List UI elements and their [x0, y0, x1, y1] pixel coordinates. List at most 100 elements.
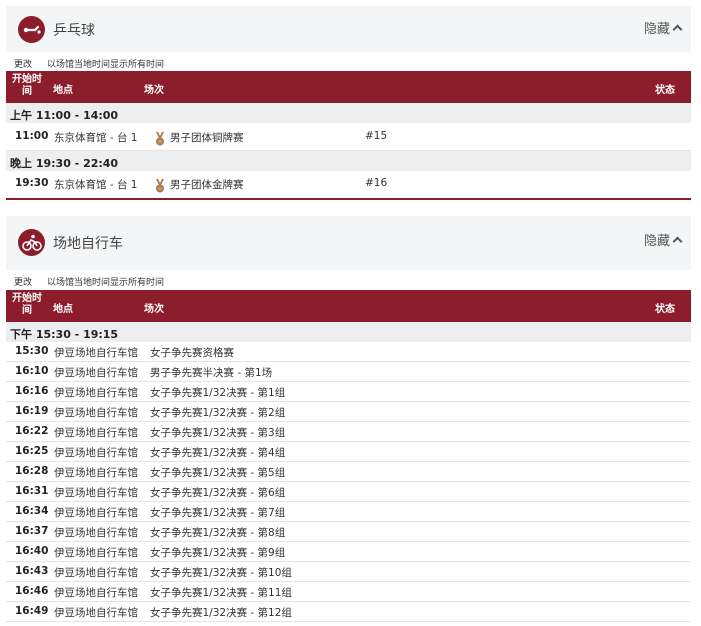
- row-venue: 伊豆场地自行车馆: [54, 587, 138, 599]
- row-venue: 东京体育馆 - 台 1: [54, 179, 138, 191]
- row-event: 男子团体铜牌赛: [170, 132, 244, 144]
- row-venue: 伊豆场地自行车馆: [54, 427, 138, 439]
- table-row[interactable]: 11:00 东京体育馆 - 台 1 男子团体铜牌赛 #15: [6, 123, 691, 151]
- row-event: 女子争先赛1/32决赛 - 第3组: [150, 427, 286, 439]
- row-venue: 伊豆场地自行车馆: [54, 407, 138, 419]
- timezone-note: 以场馆当地时间显示所有时间: [47, 278, 165, 288]
- row-time: 16:10: [15, 365, 49, 377]
- row-event: 女子争先赛1/32决赛 - 第6组: [150, 487, 286, 499]
- table-row[interactable]: 16:19 伊豆场地自行车馆 女子争先赛1/32决赛 - 第2组: [6, 402, 691, 422]
- row-event: 男子团体金牌赛: [170, 179, 244, 191]
- row-time: 15:30: [15, 345, 49, 357]
- table-row[interactable]: 16:34 伊豆场地自行车馆 女子争先赛1/32决赛 - 第7组: [6, 502, 691, 522]
- table-row[interactable]: 16:22 伊豆场地自行车馆 女子争先赛1/32决赛 - 第3组: [6, 422, 691, 442]
- column-header-time: 开始时间: [12, 74, 42, 97]
- column-header-event: 场次: [144, 304, 164, 315]
- table-row[interactable]: 16:31 伊豆场地自行车馆 女子争先赛1/32决赛 - 第6组: [6, 482, 691, 502]
- change-timezone-link[interactable]: 更改: [14, 57, 32, 70]
- row-event: 女子争先赛1/32决赛 - 第2组: [150, 407, 286, 419]
- row-event: 女子争先赛1/32决赛 - 第12组: [150, 607, 292, 619]
- sport-header: 场地自行车 隐藏: [6, 216, 691, 270]
- row-event: 女子争先赛1/32决赛 - 第9组: [150, 547, 286, 559]
- hide-toggle-button[interactable]: 隐藏: [644, 230, 683, 249]
- row-event: 男子争先赛半决赛 - 第1场: [150, 367, 273, 379]
- chevron-up-icon: [672, 236, 683, 247]
- row-venue: 伊豆场地自行车馆: [54, 467, 138, 479]
- table-row[interactable]: 16:10 伊豆场地自行车馆 男子争先赛半决赛 - 第1场: [6, 362, 691, 382]
- row-venue: 伊豆场地自行车馆: [54, 487, 138, 499]
- table-row[interactable]: 16:40 伊豆场地自行车馆 女子争先赛1/32决赛 - 第9组: [6, 542, 691, 562]
- table-row[interactable]: 16:43 伊豆场地自行车馆 女子争先赛1/32决赛 - 第10组: [6, 562, 691, 582]
- row-event: 女子争先赛1/32决赛 - 第7组: [150, 507, 286, 519]
- row-venue: 伊豆场地自行车馆: [54, 527, 138, 539]
- period-header: 上午 11:00 - 14:00: [6, 103, 691, 123]
- row-time: 16:34: [15, 505, 49, 517]
- column-header-status: 状态: [655, 85, 675, 96]
- row-time: 19:30: [15, 177, 49, 189]
- table-row[interactable]: 16:25 伊豆场地自行车馆 女子争先赛1/32决赛 - 第4组: [6, 442, 691, 462]
- column-header-event: 场次: [144, 85, 164, 96]
- period-label: 晚上 19:30 - 22:40: [10, 157, 119, 170]
- chevron-up-icon: [672, 24, 683, 35]
- sport-title: 场地自行车: [53, 236, 123, 252]
- timezone-bar: 更改 以场馆当地时间显示所有时间: [6, 52, 691, 71]
- row-venue: 伊豆场地自行车馆: [54, 347, 138, 359]
- change-timezone-link[interactable]: 更改: [14, 275, 32, 288]
- table-row[interactable]: 16:46 伊豆场地自行车馆 女子争先赛1/32决赛 - 第11组: [6, 582, 691, 602]
- table-header: 开始时间 地点 场次 状态: [6, 290, 691, 322]
- table-row[interactable]: 15:30 伊豆场地自行车馆 女子争先赛资格赛: [6, 342, 691, 362]
- table-row[interactable]: 16:37 伊豆场地自行车馆 女子争先赛1/32决赛 - 第8组: [6, 522, 691, 542]
- row-event: 女子争先赛1/32决赛 - 第10组: [150, 567, 292, 579]
- gold-medal-icon: [156, 179, 164, 193]
- table-tennis-icon: [18, 16, 45, 43]
- period-header: 下午 15:30 - 19:15: [6, 322, 691, 342]
- row-time: 16:49: [15, 605, 49, 617]
- period-header: 晚上 19:30 - 22:40: [6, 151, 691, 171]
- sport-section-track-cycling: 场地自行车 隐藏 更改 以场馆当地时间显示所有时间 开始时间 地点 场次 状态 …: [6, 216, 691, 622]
- row-event: 女子争先赛1/32决赛 - 第11组: [150, 587, 292, 599]
- row-match-number: #15: [365, 130, 388, 142]
- timezone-note: 以场馆当地时间显示所有时间: [47, 60, 165, 70]
- schedule-list: 15:30 伊豆场地自行车馆 女子争先赛资格赛 16:10 伊豆场地自行车馆 男子争先赛半…: [6, 342, 691, 622]
- track-cycling-icon: [18, 229, 45, 256]
- row-time: 16:46: [15, 585, 49, 597]
- row-time: 16:40: [15, 545, 49, 557]
- row-time: 16:19: [15, 405, 49, 417]
- table-row[interactable]: 19:30 东京体育馆 - 台 1 男子团体金牌赛 #16: [6, 171, 691, 198]
- table-header: 开始时间 地点 场次 状态: [6, 71, 691, 103]
- row-event: 女子争先赛1/32决赛 - 第5组: [150, 467, 286, 479]
- sport-header: 乒乓球 隐藏: [6, 6, 691, 52]
- row-venue: 东京体育馆 - 台 1: [54, 132, 138, 144]
- row-time: 11:00: [15, 130, 49, 142]
- timezone-bar: 更改 以场馆当地时间显示所有时间: [6, 270, 691, 290]
- row-time: 16:25: [15, 445, 49, 457]
- row-match-number: #16: [365, 177, 388, 189]
- row-time: 16:43: [15, 565, 49, 577]
- row-venue: 伊豆场地自行车馆: [54, 447, 138, 459]
- bronze-medal-icon: [156, 132, 164, 146]
- sport-title: 乒乓球: [53, 23, 95, 39]
- table-row[interactable]: 16:28 伊豆场地自行车馆 女子争先赛1/32决赛 - 第5组: [6, 462, 691, 482]
- row-venue: 伊豆场地自行车馆: [54, 367, 138, 379]
- period-label: 上午 11:00 - 14:00: [10, 109, 119, 122]
- table-row[interactable]: 16:16 伊豆场地自行车馆 女子争先赛1/32决赛 - 第1组: [6, 382, 691, 402]
- hide-toggle-button[interactable]: 隐藏: [644, 18, 683, 37]
- row-time: 16:31: [15, 485, 49, 497]
- period-label: 下午 15:30 - 19:15: [10, 328, 119, 341]
- row-venue: 伊豆场地自行车馆: [54, 567, 138, 579]
- row-event: 女子争先赛资格赛: [150, 347, 234, 359]
- row-event: 女子争先赛1/32决赛 - 第1组: [150, 387, 286, 399]
- table-row[interactable]: 16:49 伊豆场地自行车馆 女子争先赛1/32决赛 - 第12组: [6, 602, 691, 622]
- sport-section-table-tennis: 乒乓球 隐藏 更改 以场馆当地时间显示所有时间 开始时间 地点 场次 状态 上午…: [6, 6, 691, 200]
- row-venue: 伊豆场地自行车馆: [54, 607, 138, 619]
- column-header-venue: 地点: [53, 304, 73, 315]
- column-header-venue: 地点: [53, 85, 73, 96]
- row-time: 16:16: [15, 385, 49, 397]
- row-event: 女子争先赛1/32决赛 - 第4组: [150, 447, 286, 459]
- column-header-status: 状态: [655, 304, 675, 315]
- row-time: 16:37: [15, 525, 49, 537]
- row-event: 女子争先赛1/32决赛 - 第8组: [150, 527, 286, 539]
- section-divider: [6, 198, 691, 200]
- column-header-time: 开始时间: [12, 293, 42, 316]
- row-venue: 伊豆场地自行车馆: [54, 507, 138, 519]
